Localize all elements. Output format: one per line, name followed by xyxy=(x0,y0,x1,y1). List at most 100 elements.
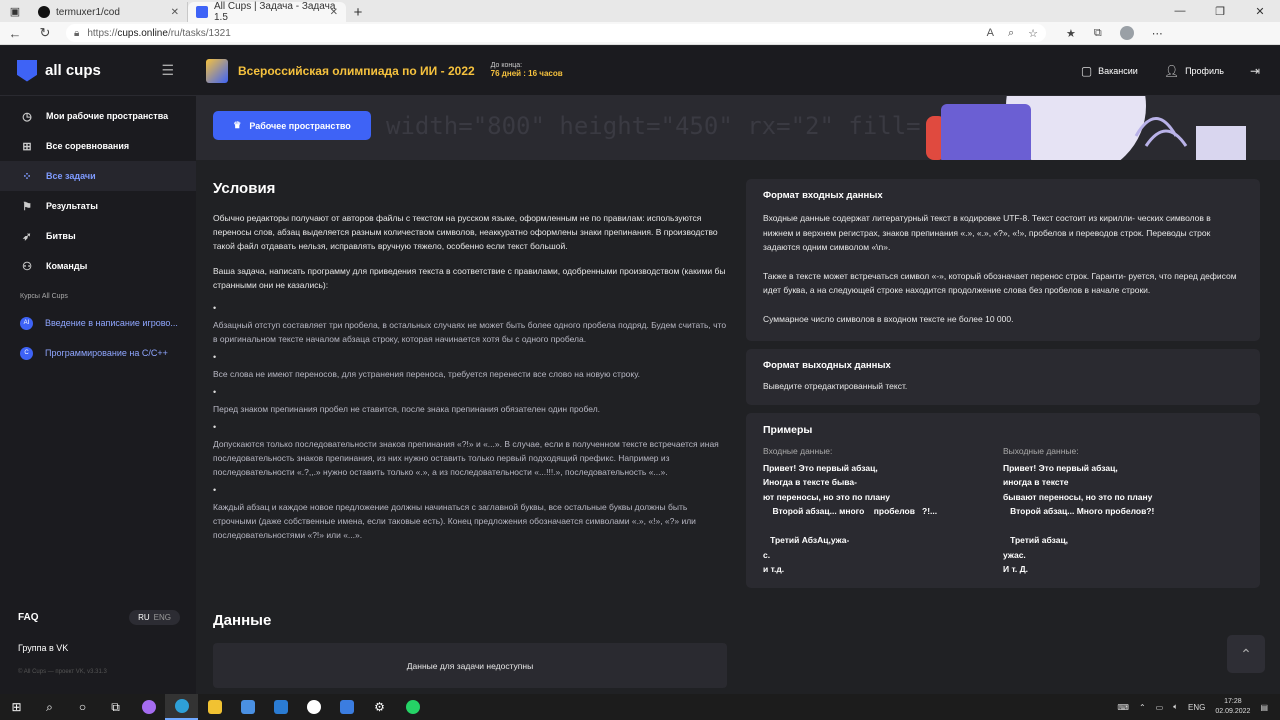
browser-tab[interactable]: termuxer1/cod ✕ xyxy=(30,2,188,22)
input-label: Входные данные: xyxy=(763,445,833,456)
vacancies-label: Вакансии xyxy=(1098,65,1138,76)
taskbar: ⊞ ⌕ ○ ⧉ ⚙ ⌨ ⌃ ▭ 🔈︎ ENG 17:28 02.09.2022 … xyxy=(0,694,1280,720)
cup-icon: ♛ xyxy=(233,120,242,130)
conditions-title: Условия xyxy=(213,180,276,197)
tab-actions-icon[interactable]: ▣ xyxy=(0,0,30,22)
yandex-icon[interactable] xyxy=(297,694,330,720)
cortana-icon[interactable]: ○ xyxy=(66,694,99,720)
keyboard-icon[interactable]: ⌨ xyxy=(1117,703,1129,712)
app-icon[interactable] xyxy=(132,694,165,720)
chevron-up-icon[interactable]: ⌃ xyxy=(1139,703,1146,712)
lang-ru[interactable]: RU xyxy=(138,613,150,622)
faq-link[interactable]: FAQ xyxy=(18,612,39,623)
hamburger-icon[interactable]: ☰ xyxy=(161,62,174,79)
url-input[interactable]: 🔒︎ https://cups.online/ru/tasks/1321 A ⌕… xyxy=(66,24,1046,42)
close-icon[interactable]: ✕ xyxy=(171,7,179,18)
close-window-icon[interactable]: ✕ xyxy=(1240,5,1280,18)
workspace-button-label: Рабочее пространство xyxy=(249,120,351,131)
url-host: cups.online xyxy=(117,27,168,39)
lang-eng[interactable]: ENG xyxy=(154,613,171,622)
nodes-icon: ⁘ xyxy=(22,170,32,183)
course-label: Введение в написание игрово... xyxy=(45,318,178,328)
start-icon[interactable]: ⊞ xyxy=(0,694,33,720)
conditions-section: Условия Обычно редакторы получают от авт… xyxy=(213,180,727,548)
notifications-icon[interactable]: ▤ xyxy=(1260,703,1268,712)
sidebar-item-label: Команды xyxy=(46,261,88,271)
volume-icon[interactable]: 🔈︎ xyxy=(1173,702,1178,712)
clock-date: 02.09.2022 xyxy=(1215,708,1251,715)
clock[interactable]: 17:28 02.09.2022 xyxy=(1215,697,1250,717)
minimize-icon[interactable]: — xyxy=(1160,5,1200,17)
vk-group-link[interactable]: Группа в VK xyxy=(18,643,180,653)
course-item[interactable]: C Программирование на C/C++ xyxy=(0,338,196,368)
address-bar: ← ↻ 🔒︎ https://cups.online/ru/tasks/1321… xyxy=(0,22,1280,45)
sidebar-item-workspaces[interactable]: ◷ Мои рабочие пространства xyxy=(0,101,196,131)
github-icon xyxy=(38,6,50,18)
edge-icon[interactable] xyxy=(165,694,198,720)
sidebar-item-tasks[interactable]: ⁘ Все задачи xyxy=(0,161,196,191)
collections-icon[interactable]: ⧉ xyxy=(1094,27,1102,40)
sidebar-item-teams[interactable]: ⚇ Команды xyxy=(0,251,196,281)
rule-item: Перед знаком препинания пробел не ставит… xyxy=(213,404,601,414)
bullet-icon: • xyxy=(213,387,217,397)
sidebar-item-battles[interactable]: ➶ Битвы xyxy=(0,221,196,251)
example-input-text[interactable]: Привет! Это первый абзац, Иногда в текст… xyxy=(763,461,1003,577)
profile-avatar[interactable] xyxy=(1119,26,1134,40)
profile-link[interactable]: 👤︎ Профиль xyxy=(1164,64,1224,78)
window-controls: — ❐ ✕ xyxy=(1160,0,1280,22)
rule-item: Каждый абзац и каждое новое предложение … xyxy=(213,502,696,540)
rule-item: Абзацный отступ составляет три пробела, … xyxy=(213,320,727,344)
refresh-icon[interactable]: ↻ xyxy=(30,25,60,41)
logout-icon[interactable]: ⇥ xyxy=(1250,64,1260,78)
store-icon[interactable] xyxy=(231,694,264,720)
browser-tab[interactable]: All Cups | Задача - Задача 1.5 ✕ xyxy=(188,1,346,23)
profile-label: Профиль xyxy=(1185,65,1224,76)
rule-item: Допускаются только последовательности зн… xyxy=(213,439,719,477)
network-icon[interactable]: ▭ xyxy=(1156,703,1164,712)
back-icon[interactable]: ← xyxy=(0,26,30,41)
whatsapp-icon[interactable] xyxy=(396,694,429,720)
bullet-icon: • xyxy=(213,485,217,495)
banner-decoration: width="800" height="450" rx="2" fill= xyxy=(386,112,921,140)
close-icon[interactable]: ✕ xyxy=(330,7,338,18)
examples-card: Примеры Входные данные: Привет! Это перв… xyxy=(746,412,1260,588)
input-format-text: Также в тексте может встречаться символ … xyxy=(763,270,1237,296)
task-paragraph: Ваша задача, написать программу для прив… xyxy=(213,266,726,290)
more-icon[interactable]: ⋯ xyxy=(1152,27,1163,40)
language-indicator[interactable]: ENG xyxy=(1188,703,1205,712)
input-format-text: Входные данные содержат литературный тек… xyxy=(763,213,1211,252)
restore-icon[interactable]: ❐ xyxy=(1200,5,1240,18)
logo[interactable]: all cups ☰ xyxy=(0,59,196,82)
example-output-text[interactable]: Привет! Это первый абзац, иногда в текст… xyxy=(1003,461,1243,577)
read-aloud-icon[interactable]: A xyxy=(987,27,994,40)
zoom-icon[interactable]: ⌕ xyxy=(1008,27,1014,40)
explorer-icon[interactable] xyxy=(198,694,231,720)
vacancies-link[interactable]: ▢ Вакансии xyxy=(1081,64,1138,78)
sidebar-item-results[interactable]: ⚑ Результаты xyxy=(0,191,196,221)
search-icon[interactable]: ⌕ xyxy=(33,694,66,720)
favorite-add-icon[interactable]: ☆ xyxy=(1028,27,1038,40)
workspace-button[interactable]: ♛ Рабочее пространство xyxy=(213,111,371,140)
scroll-to-top-button[interactable]: ⌃ xyxy=(1227,635,1265,673)
deadline-value: 76 дней : 16 часов xyxy=(490,68,563,78)
banner-illustration xyxy=(926,96,1246,160)
favorites-icon[interactable]: ★ xyxy=(1066,27,1076,40)
course-item[interactable]: AI Введение в написание игрово... xyxy=(0,308,196,338)
bullet-icon: • xyxy=(213,303,217,313)
language-switch[interactable]: RU ENG xyxy=(129,610,180,625)
olympiad-title[interactable]: Всероссийская олимпиада по ИИ - 2022 xyxy=(238,64,475,78)
settings-icon[interactable]: ⚙ xyxy=(363,694,396,720)
security-icon[interactable] xyxy=(330,694,363,720)
deadline: До конца: 76 дней : 16 часов xyxy=(491,62,563,78)
sidebar-item-competitions[interactable]: ⊞ Все соревнования xyxy=(0,131,196,161)
grid-icon: ⊞ xyxy=(22,140,32,153)
task-view-icon[interactable]: ⧉ xyxy=(99,694,132,720)
logo-text: all cups xyxy=(45,62,101,79)
new-tab-button[interactable]: + xyxy=(346,2,370,22)
mail-icon[interactable] xyxy=(264,694,297,720)
olympiad-badge-icon xyxy=(206,58,228,83)
output-format-text: Выведите отредактированный текст. xyxy=(763,381,908,391)
input-format-title: Формат входных данных xyxy=(763,190,883,201)
sidebar-item-label: Все соревнования xyxy=(46,141,130,151)
sidebar-item-label: Результаты xyxy=(46,201,98,211)
